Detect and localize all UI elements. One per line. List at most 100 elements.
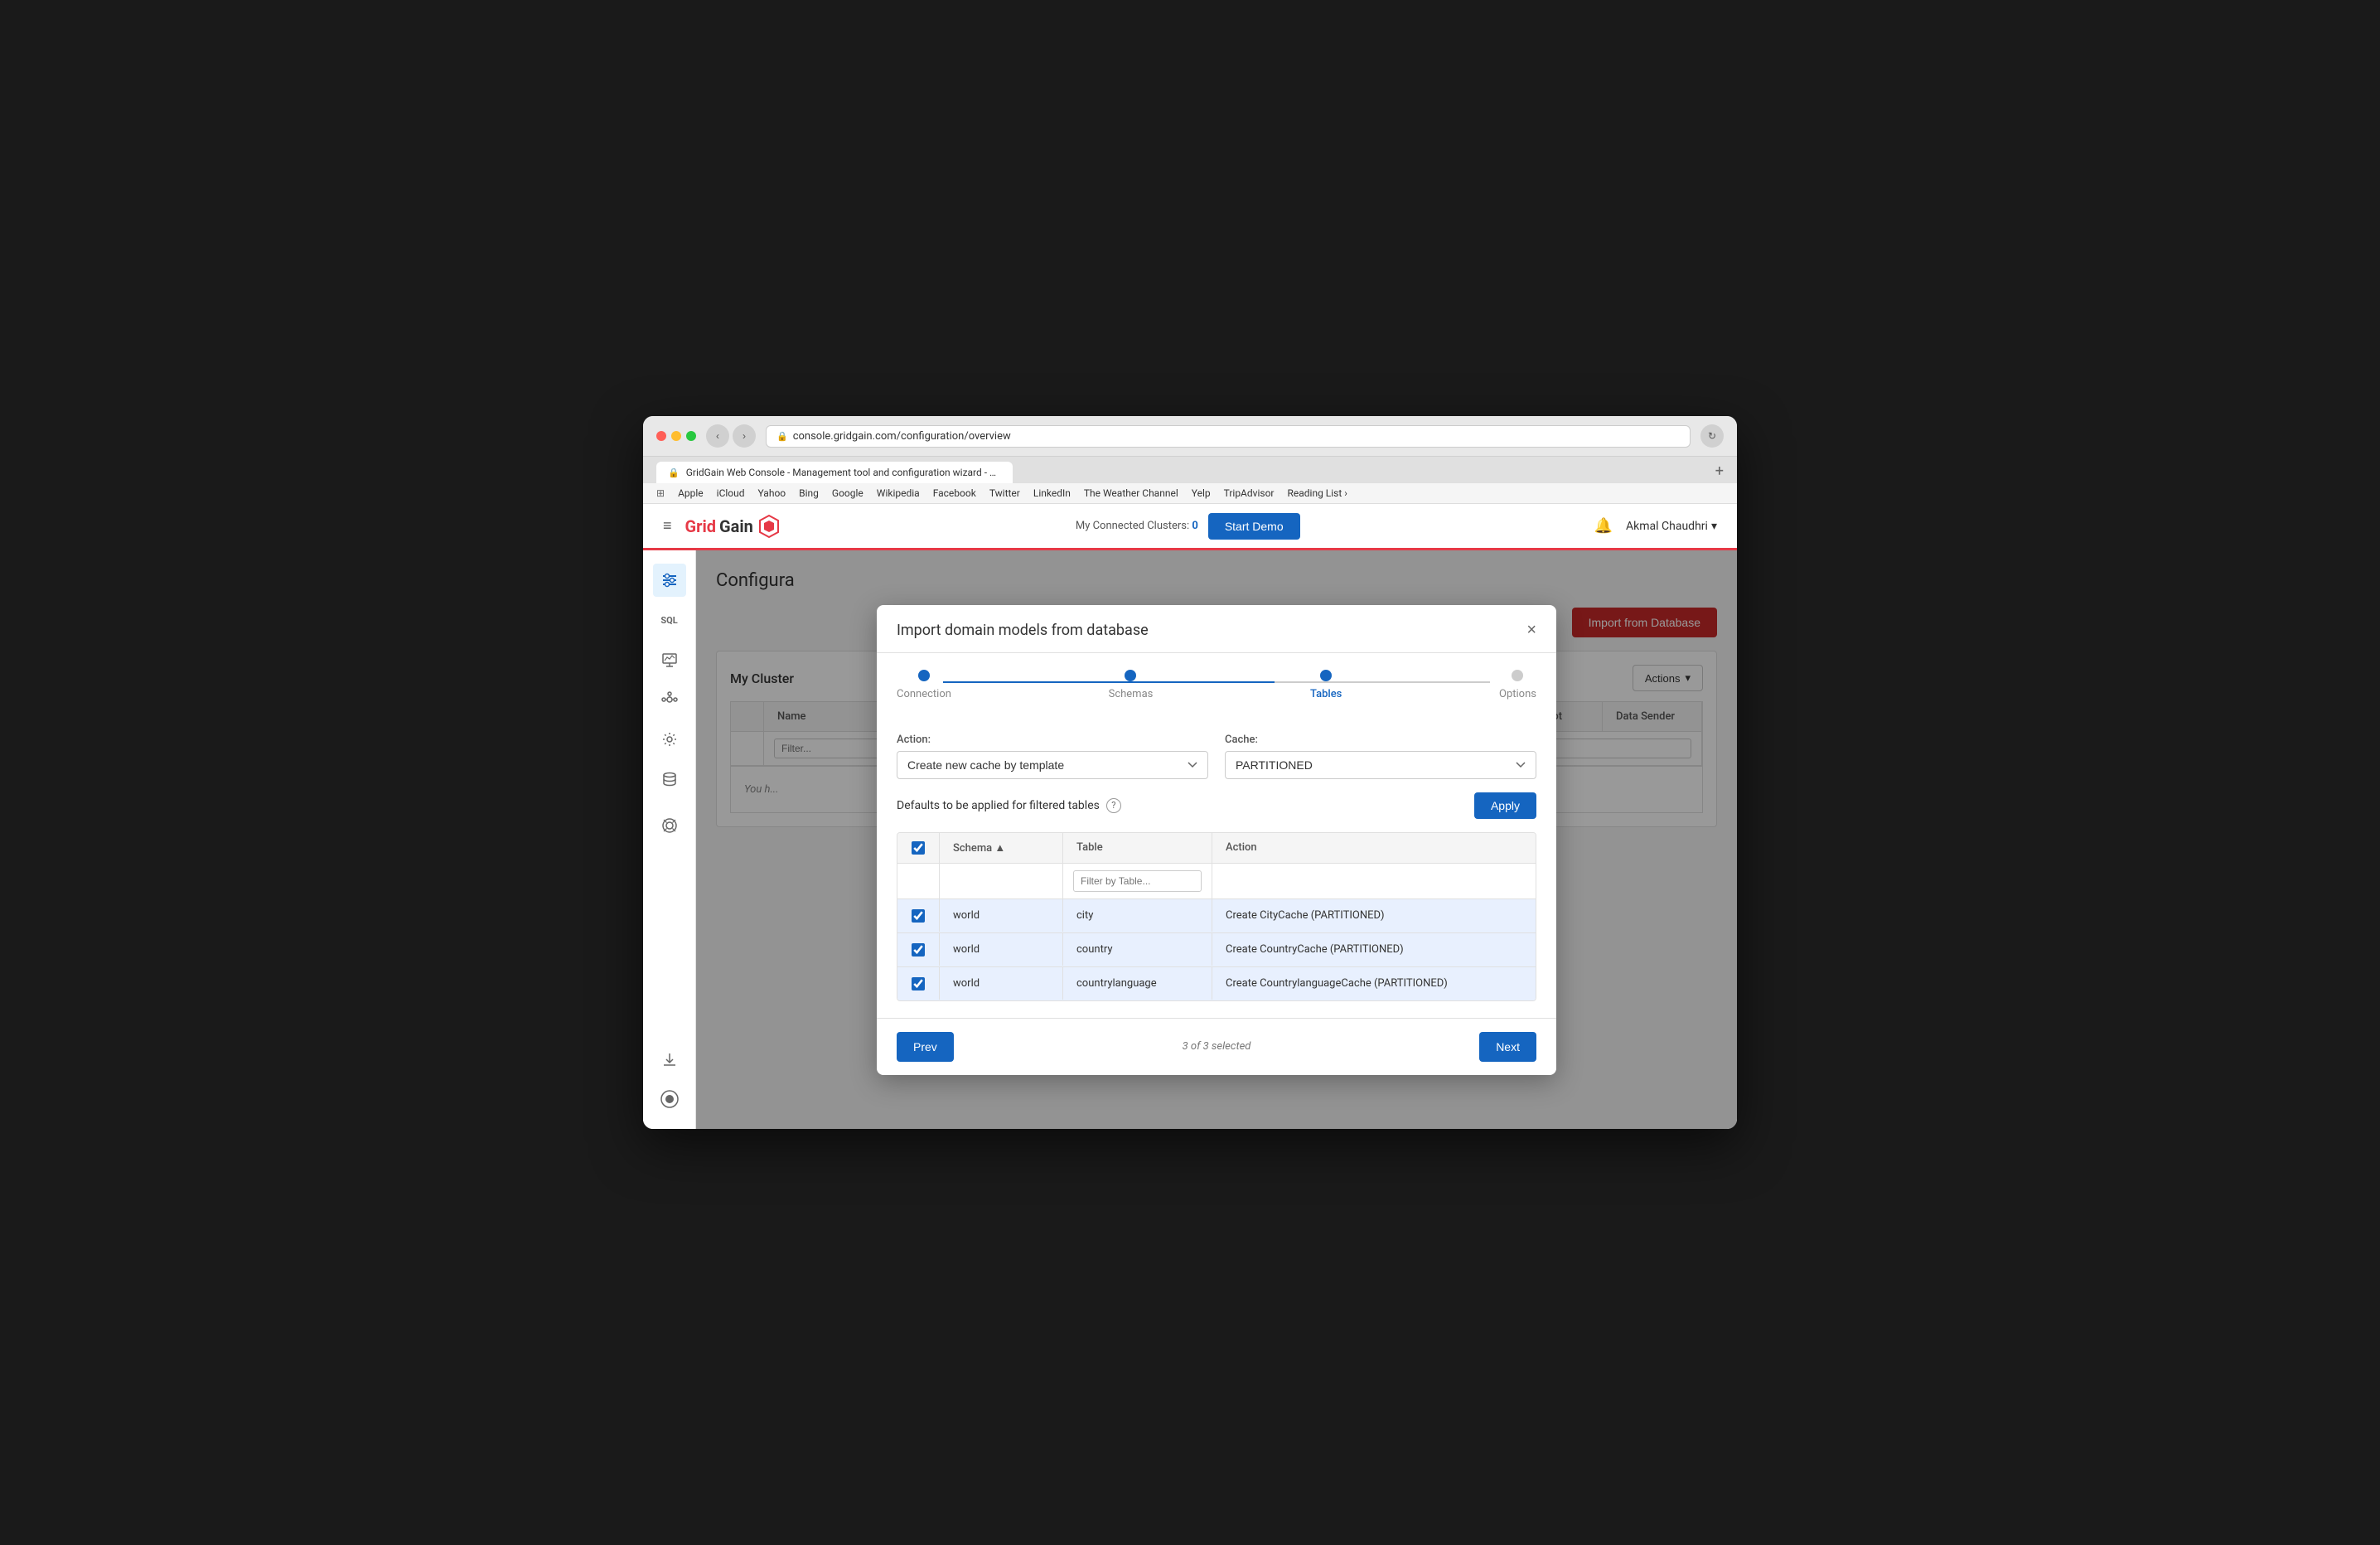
bookmark-bing[interactable]: Bing xyxy=(799,487,819,499)
filter-by-table-input[interactable] xyxy=(1073,870,1202,892)
sidebar-item-cluster[interactable] xyxy=(653,683,686,716)
sidebar-item-settings[interactable] xyxy=(653,723,686,756)
sidebar-item-sql[interactable]: SQL xyxy=(653,603,686,637)
modal-table-header: Schema ▲ Table Action xyxy=(897,833,1536,864)
app-container: ≡ GridGain My Connected Clusters: 0 Star… xyxy=(643,504,1737,1129)
minimize-dot[interactable] xyxy=(671,431,681,441)
action-select[interactable]: Create new cache by template Update exis… xyxy=(897,751,1208,779)
back-button[interactable]: ‹ xyxy=(706,424,729,448)
select-all-checkbox[interactable] xyxy=(912,841,925,855)
tfc-checkbox xyxy=(897,864,939,898)
cache-select[interactable]: PARTITIONED REPLICATED xyxy=(1225,751,1536,779)
forward-button[interactable]: › xyxy=(733,424,756,448)
step-options: Options xyxy=(1499,670,1536,700)
bookmark-icloud[interactable]: iCloud xyxy=(717,487,745,499)
sidebar-item-configuration[interactable] xyxy=(653,564,686,597)
form-row-action-cache: Action: Create new cache by template Upd… xyxy=(897,734,1536,779)
bookmark-linkedin[interactable]: LinkedIn xyxy=(1033,487,1071,499)
close-dot[interactable] xyxy=(656,431,666,441)
bookmark-reading[interactable]: Reading List › xyxy=(1287,487,1347,499)
sidebar-item-support[interactable] xyxy=(653,809,686,842)
mth-action: Action xyxy=(1212,833,1536,863)
sidebar-item-logo-bottom[interactable] xyxy=(653,1082,686,1116)
row-countrylanguage-action: Create CountrylanguageCache (PARTITIONED… xyxy=(1212,967,1536,1000)
step-label-schemas: Schemas xyxy=(1109,688,1154,700)
defaults-label: Defaults to be applied for filtered tabl… xyxy=(897,798,1121,813)
sidebar-item-database[interactable] xyxy=(653,763,686,796)
apply-button[interactable]: Apply xyxy=(1474,792,1536,819)
step-dot-options xyxy=(1512,670,1523,681)
database-icon xyxy=(661,771,678,787)
tfc-action xyxy=(1212,864,1536,898)
prev-button[interactable]: Prev xyxy=(897,1032,954,1062)
row-countrylanguage-schema: world xyxy=(939,967,1063,1000)
step-label-tables: Tables xyxy=(1310,688,1342,700)
step-label-connection: Connection xyxy=(897,688,951,700)
header-center: My Connected Clusters: 0 Start Demo xyxy=(1076,513,1300,540)
user-menu[interactable]: Akmal Chaudhri ▾ xyxy=(1626,520,1717,533)
bookmark-facebook[interactable]: Facebook xyxy=(933,487,976,499)
defaults-row: Defaults to be applied for filtered tabl… xyxy=(897,792,1536,819)
step-schemas: Schemas xyxy=(1109,670,1154,700)
bookmarks-icon: ⊞ xyxy=(656,487,665,499)
step-dot-schemas xyxy=(1125,670,1136,681)
maximize-dot[interactable] xyxy=(686,431,696,441)
next-button[interactable]: Next xyxy=(1479,1032,1536,1062)
bookmark-yelp[interactable]: Yelp xyxy=(1192,487,1211,499)
sidebar: SQL xyxy=(643,550,696,1129)
logo-icon xyxy=(757,514,781,539)
bookmark-weather[interactable]: The Weather Channel xyxy=(1084,487,1178,499)
row-country-action: Create CountryCache (PARTITIONED) xyxy=(1212,933,1536,966)
tfc-schema xyxy=(939,864,1063,898)
modal: Import domain models from database × Con… xyxy=(877,605,1556,1075)
row-countrylanguage-checkbox-cell xyxy=(897,967,939,1000)
cache-label: Cache: xyxy=(1225,734,1536,746)
table-row-countrylanguage: world countrylanguage Create Countrylang… xyxy=(897,967,1536,1000)
lock-icon: 🔒 xyxy=(776,431,788,442)
bell-icon[interactable]: 🔔 xyxy=(1594,517,1613,535)
modal-close-button[interactable]: × xyxy=(1526,622,1536,638)
modal-title: Import domain models from database xyxy=(897,622,1149,639)
bookmark-twitter[interactable]: Twitter xyxy=(989,487,1020,499)
sidebar-item-download[interactable] xyxy=(653,1043,686,1076)
cluster-icon xyxy=(661,691,678,708)
settings-icon xyxy=(661,731,678,748)
table-col-label: Table xyxy=(1076,841,1198,854)
action-label: Action: xyxy=(897,734,1208,746)
row-countrylanguage-checkbox[interactable] xyxy=(912,977,925,990)
bookmark-yahoo[interactable]: Yahoo xyxy=(758,487,786,499)
defaults-text: Defaults to be applied for filtered tabl… xyxy=(897,799,1100,812)
connected-clusters-label: My Connected Clusters: 0 xyxy=(1076,520,1198,532)
row-country-table: country xyxy=(1063,933,1212,966)
row-country-schema: world xyxy=(939,933,1063,966)
new-tab-button[interactable]: + xyxy=(1715,463,1724,483)
tab-item[interactable]: 🔒 GridGain Web Console - Management tool… xyxy=(656,462,1013,483)
bookmark-wikipedia[interactable]: Wikipedia xyxy=(877,487,920,499)
app-header: ≡ GridGain My Connected Clusters: 0 Star… xyxy=(643,504,1737,550)
table-row-country: world country Create CountryCache (PARTI… xyxy=(897,933,1536,967)
hamburger-icon[interactable]: ≡ xyxy=(663,517,672,535)
row-country-checkbox[interactable] xyxy=(912,943,925,957)
reload-button[interactable]: ↻ xyxy=(1700,424,1724,448)
window-controls xyxy=(656,431,696,441)
row-city-checkbox[interactable] xyxy=(912,909,925,923)
sidebar-item-monitor[interactable] xyxy=(653,643,686,676)
bookmark-tripadvisor[interactable]: TripAdvisor xyxy=(1224,487,1275,499)
content-area: Configura Import from Database My Cluste… xyxy=(696,550,1737,1129)
help-icon[interactable]: ? xyxy=(1106,798,1121,813)
bookmarks-bar: ⊞ Apple iCloud Yahoo Bing Google Wikiped… xyxy=(643,483,1737,504)
monitor-icon xyxy=(661,651,678,668)
logo: GridGain xyxy=(685,514,781,539)
start-demo-button[interactable]: Start Demo xyxy=(1208,513,1300,540)
mth-table: Table xyxy=(1063,833,1212,863)
row-city-checkbox-cell xyxy=(897,899,939,932)
address-bar[interactable]: 🔒 console.gridgain.com/configuration/ove… xyxy=(766,425,1691,448)
support-icon xyxy=(661,817,678,834)
address-text: console.gridgain.com/configuration/overv… xyxy=(793,430,1011,443)
modal-footer: Prev 3 of 3 selected Next xyxy=(877,1018,1556,1075)
form-group-cache: Cache: PARTITIONED REPLICATED xyxy=(1225,734,1536,779)
row-countrylanguage-table: countrylanguage xyxy=(1063,967,1212,1000)
bookmark-apple[interactable]: Apple xyxy=(678,487,704,499)
sidebar-bottom xyxy=(653,1043,686,1116)
bookmark-google[interactable]: Google xyxy=(832,487,863,499)
